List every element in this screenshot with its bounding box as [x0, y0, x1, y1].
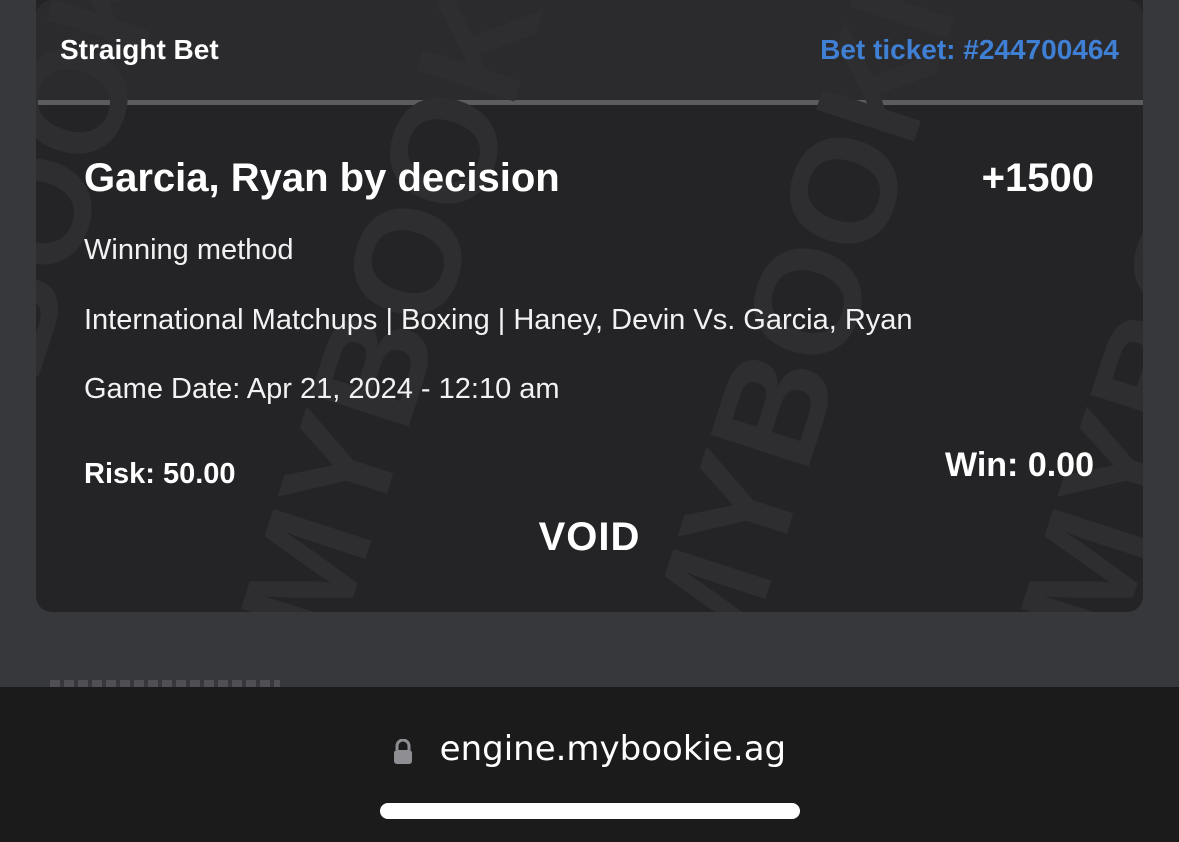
- bet-selection: Garcia, Ryan by decision: [84, 156, 560, 200]
- header-divider: [36, 100, 1143, 105]
- bet-status-badge: VOID: [538, 515, 641, 559]
- bet-event: International Matchups | Boxing | Haney,…: [84, 304, 913, 336]
- bet-market: Winning method: [84, 234, 294, 266]
- win-amount: Win: 0.00: [945, 446, 1094, 484]
- home-indicator[interactable]: [380, 803, 800, 819]
- url-display[interactable]: engine.mybookie.ag: [0, 727, 1179, 769]
- bet-ticket-card: MYBOOKIE MYBOOKIE MYBOOKIE MYBOOKIE Stra…: [36, 0, 1143, 612]
- bet-odds: +1500: [981, 156, 1094, 200]
- browser-address-bar: engine.mybookie.ag: [0, 687, 1179, 842]
- lock-icon: [393, 734, 413, 764]
- risk-amount: Risk: 50.00: [84, 458, 236, 490]
- game-date: Game Date: Apr 21, 2024 - 12:10 am: [84, 373, 560, 405]
- bet-type-label: Straight Bet: [60, 34, 219, 65]
- bet-ticket-number-link[interactable]: Bet ticket: #244700464: [820, 34, 1119, 66]
- url-text: engine.mybookie.ag: [439, 728, 787, 769]
